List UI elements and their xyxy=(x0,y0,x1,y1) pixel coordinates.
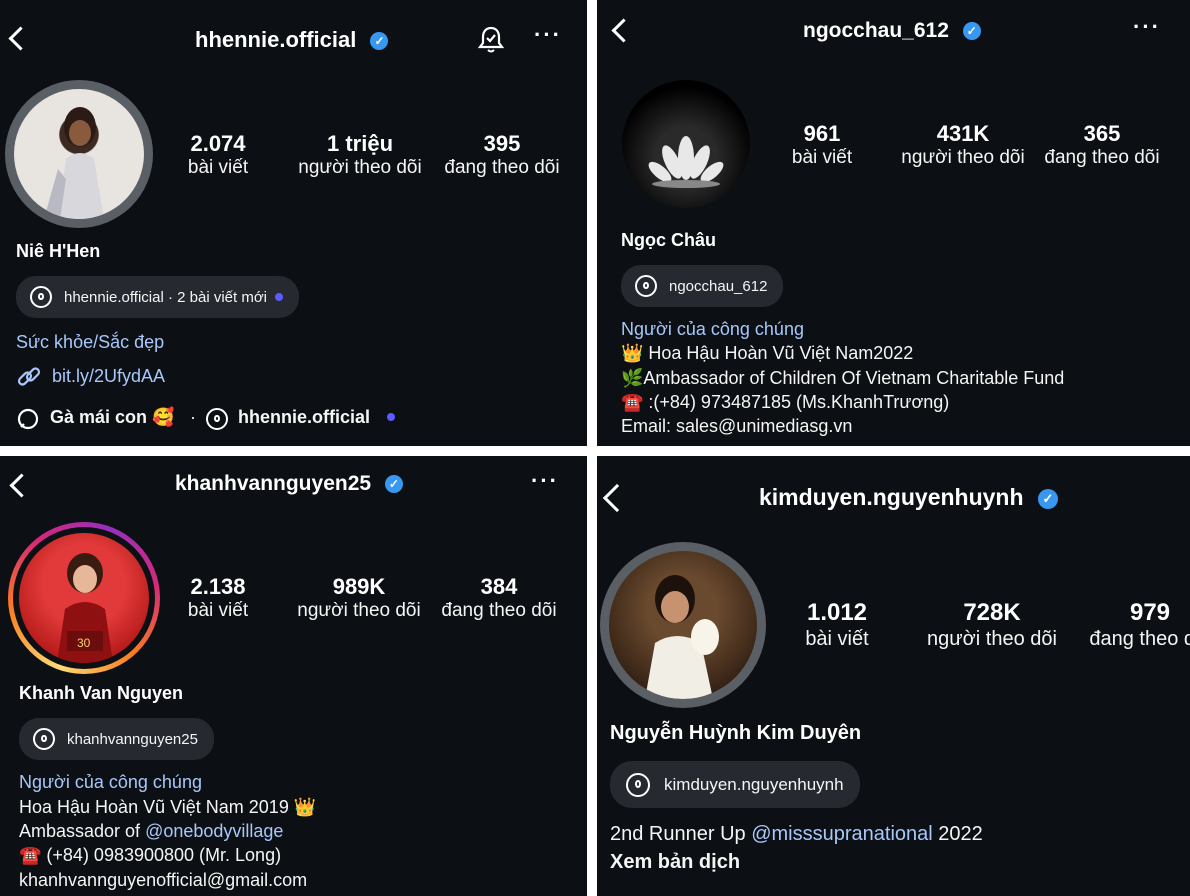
back-arrow-icon[interactable] xyxy=(8,26,33,51)
profile-username: ngocchau_612 ✓ xyxy=(803,19,981,43)
bio-email[interactable]: khanhvannguyenofficial@gmail.com xyxy=(19,870,307,891)
svg-text:30: 30 xyxy=(77,636,91,650)
bio-text: 2nd Runner Up xyxy=(610,823,752,845)
chat-bubble-icon xyxy=(16,407,40,431)
threads-icon xyxy=(635,275,657,297)
threads-icon xyxy=(626,772,650,797)
verified-badge-icon: ✓ xyxy=(962,22,981,41)
avatar[interactable] xyxy=(622,80,750,208)
verified-badge-icon: ✓ xyxy=(384,475,403,494)
verified-badge-icon: ✓ xyxy=(370,32,389,51)
threads-icon xyxy=(33,728,55,750)
bio-line: 👑 Hoa Hậu Hoàn Vũ Việt Nam2022 xyxy=(621,343,914,363)
following-label: đang theo dõi xyxy=(441,600,557,621)
threads-badge-label: hhennie.official · 2 bài viết mới xyxy=(64,288,267,306)
bio-text: Ambassador of xyxy=(19,821,146,841)
mention-link[interactable]: @onebodyvillage xyxy=(145,821,283,841)
followers-count[interactable]: 989K xyxy=(289,574,429,600)
new-posts-dot xyxy=(275,293,283,301)
followers-label: người theo dõi xyxy=(298,157,422,178)
posts-count[interactable]: 961 xyxy=(772,121,872,147)
back-arrow-icon[interactable] xyxy=(611,18,636,43)
following-label: đang theo dõi xyxy=(1044,147,1160,168)
avatar[interactable] xyxy=(609,551,757,699)
profile-panel-kimduyen: kimduyen.nguyenhuynh ✓ 1.012 bài viết 72… xyxy=(597,456,1190,896)
bio-line: Hoa Hậu Hoàn Vũ Việt Nam 2019 👑 xyxy=(19,797,317,817)
profile-category: Người của công chúng xyxy=(19,772,202,792)
followers-label: người theo dõi xyxy=(927,628,1057,650)
following-label: đang theo dõi xyxy=(444,157,560,178)
threads-badge[interactable]: ngocchau_612 xyxy=(621,265,784,307)
followers-label: người theo dõi xyxy=(901,147,1025,168)
threads-icon xyxy=(30,286,52,308)
followers-count[interactable]: 1 triệu xyxy=(290,131,430,157)
bio-text: 2022 xyxy=(932,823,983,845)
threads-badge[interactable]: khanhvannguyen25 xyxy=(19,718,214,760)
footer-separator: · xyxy=(190,407,196,427)
more-options-icon[interactable]: ··· xyxy=(531,468,559,494)
following-count[interactable]: 365 xyxy=(1037,121,1167,147)
threads-badge-label: kimduyen.nguyenhuynh xyxy=(664,774,844,794)
channel-name[interactable]: Gà mái con 🥰 xyxy=(50,407,174,428)
followers-count[interactable]: 431K xyxy=(893,121,1033,147)
posts-label: bài viết xyxy=(187,600,249,621)
avatar[interactable] xyxy=(14,89,144,219)
bio-line: ☎️ :(+84) 973487185 (Ms.KhanhTrương) xyxy=(621,392,950,412)
posts-count[interactable]: 2.138 xyxy=(168,574,268,600)
link-icon xyxy=(16,364,42,390)
more-options-icon[interactable]: ··· xyxy=(1133,14,1161,40)
bio-line: ☎️ (+84) 0983900800 (Mr. Long) xyxy=(19,845,282,865)
profile-panel-khanhvan: khanhvannguyen25 ✓ ··· 30 2.138 bài viết… xyxy=(0,456,587,896)
profile-category: Sức khỏe/Sắc đẹp xyxy=(16,332,165,352)
mention-link[interactable]: @misssupranational xyxy=(751,823,933,845)
profile-name: Ngọc Châu xyxy=(621,230,717,250)
profile-name: Khanh Van Nguyen xyxy=(19,683,184,703)
profile-name: Niê H'Hen xyxy=(16,241,101,261)
posts-count[interactable]: 1.012 xyxy=(787,599,887,627)
bio-line: 2nd Runner Up @misssupranational 2022 xyxy=(610,823,983,846)
following-count[interactable]: 384 xyxy=(434,574,564,600)
following-count[interactable]: 979 xyxy=(1085,599,1190,627)
bio-line: Ambassador of @onebodyvillage xyxy=(19,821,283,842)
new-posts-dot xyxy=(387,413,395,421)
bio-link[interactable]: bit.ly/2UfydAA xyxy=(52,366,165,387)
followers-count[interactable]: 728K xyxy=(917,599,1067,627)
threads-badge[interactable]: kimduyen.nguyenhuynh xyxy=(610,761,860,808)
posts-count[interactable]: 2.074 xyxy=(168,131,268,157)
posts-label: bài viết xyxy=(791,147,853,168)
profile-username: hhennie.official ✓ xyxy=(195,27,389,53)
back-arrow-icon[interactable] xyxy=(9,473,34,498)
profile-name: Nguyễn Huỳnh Kim Duyên xyxy=(610,722,862,744)
following-label: đang theo dõi xyxy=(1089,628,1190,650)
verified-badge-icon: ✓ xyxy=(1037,488,1058,509)
following-count[interactable]: 395 xyxy=(437,131,567,157)
profile-username: kimduyen.nguyenhuynh ✓ xyxy=(759,484,1058,511)
back-arrow-icon[interactable] xyxy=(602,483,632,513)
notification-bell-icon[interactable] xyxy=(476,24,506,54)
threads-badge-label: khanhvannguyen25 xyxy=(67,730,198,748)
profile-panel-ngocchau: ngocchau_612 ✓ ··· 961 bài viết 431K ngư… xyxy=(597,0,1190,446)
followers-label: người theo dõi xyxy=(297,600,421,621)
profile-category: Người của công chúng xyxy=(621,319,804,339)
bio-line: 🌿Ambassador of Children Of Vietnam Chari… xyxy=(621,368,1065,388)
profile-panel-hhennie: hhennie.official ✓ ··· 2.074 bài viết 1 … xyxy=(0,0,587,446)
more-options-icon[interactable]: ··· xyxy=(534,22,562,48)
bio-line: Email: sales@unimediasg.vn xyxy=(621,416,853,436)
posts-label: bài viết xyxy=(805,628,869,650)
threads-badge-label: ngocchau_612 xyxy=(669,277,768,295)
threads-badge[interactable]: hhennie.official · 2 bài viết mới xyxy=(16,276,299,318)
profile-username: khanhvannguyen25 ✓ xyxy=(175,472,403,496)
threads-icon xyxy=(206,408,228,430)
translate-link[interactable]: Xem bản dịch xyxy=(610,851,740,874)
avatar[interactable]: 30 xyxy=(19,533,149,663)
posts-label: bài viết xyxy=(187,157,249,178)
threads-profile-link[interactable]: hhennie.official xyxy=(238,407,370,428)
